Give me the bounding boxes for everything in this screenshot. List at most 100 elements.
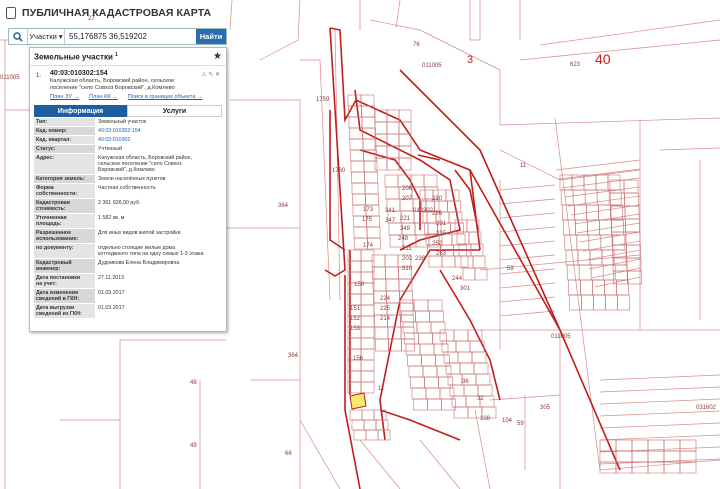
parcel-cell — [407, 354, 422, 367]
attribute-table: Тип: Земельный участок Кад. номер: 40:03:01… — [34, 118, 222, 319]
parcel-cell — [447, 373, 463, 386]
parcel-cell — [366, 226, 381, 239]
attribute-key: Адрес: — [34, 154, 95, 174]
attribute-row: Разрешенное использование: Для иных видов … — [34, 229, 222, 244]
parcel-boundary — [469, 169, 621, 471]
parcel-boundary — [379, 409, 461, 441]
parcel-cell — [375, 338, 389, 352]
parcel-cell — [350, 149, 364, 162]
parcel-cell — [598, 204, 611, 221]
tab-info[interactable]: Информация — [34, 105, 127, 117]
search-type-select[interactable]: Участки ▾ — [28, 29, 65, 44]
parcel-boundary — [591, 267, 641, 279]
parcel-number-label: 305 — [540, 405, 551, 411]
parcel-number-label: 66 — [285, 451, 292, 457]
quarter-label: 011005 — [0, 75, 20, 81]
parcel-cell — [562, 204, 575, 221]
parcel-cell — [441, 255, 456, 268]
parcel-cell — [438, 376, 453, 389]
parcel-number-label: 225 — [380, 306, 391, 312]
parcel-boundary — [561, 177, 641, 189]
parcel-number-label: 221 — [400, 216, 411, 222]
parcel-cell — [448, 211, 463, 224]
panel-tabs: Информация Услуги — [34, 105, 222, 117]
parcel-number-label: 36 — [462, 379, 469, 385]
parcel-number-label: 104 — [502, 418, 513, 424]
parcel-boundary — [469, 0, 481, 41]
parcel-number-label: 59 — [507, 266, 514, 272]
parcel-cell — [349, 138, 364, 151]
parcel-boundary — [395, 0, 401, 29]
parcel-number-label: 623 — [570, 62, 581, 68]
chevron-down-icon: ▾ — [58, 32, 63, 41]
parcel-cell — [424, 376, 439, 389]
parcel-boundary — [570, 204, 641, 216]
parcel-number-label: 173 — [363, 207, 374, 213]
parcel-boundary — [419, 439, 461, 489]
parcel-cell — [421, 354, 436, 367]
parcel-cell — [605, 294, 618, 311]
parcel-cell — [631, 450, 649, 463]
parcel-cell — [410, 376, 425, 389]
map-logo-icon — [6, 7, 16, 19]
parcel-boundary — [499, 282, 556, 289]
parcel-boundary — [300, 59, 331, 301]
parcel-number[interactable]: 40:03:010302:154 — [50, 70, 220, 77]
parcel-cell — [350, 160, 365, 173]
warning-icon[interactable]: ⚠ ✎ ✕ — [201, 71, 220, 78]
parcel-cell — [612, 244, 627, 259]
parcel-cell — [360, 293, 375, 306]
attribute-value[interactable]: 40:03:010302 — [95, 136, 222, 144]
attribute-row: Кад. квартал: 40:03:010302 — [34, 136, 222, 145]
parcel-cell — [364, 171, 378, 184]
parcel-cell — [616, 279, 629, 296]
parcel-cell — [624, 205, 640, 220]
parcel-cell — [443, 351, 459, 364]
parcel-cell — [419, 343, 435, 356]
quarter-label: 011005 — [422, 63, 442, 69]
parcel-number-label: 252 — [432, 241, 443, 247]
parcel-number-label: 253 — [436, 251, 447, 257]
parcel-boundary — [539, 19, 720, 46]
panel-count: 1 — [115, 51, 118, 58]
attribute-key: Уточненная площадь: — [34, 214, 95, 228]
search-button[interactable]: Найти — [196, 29, 226, 44]
parcel-card[interactable]: 1. ⚠ ✎ ✕ 40:03:010302:154 Калужская обла… — [30, 66, 226, 102]
link-plan-kk[interactable]: План КК → — [89, 94, 118, 100]
parcel-cell — [679, 439, 697, 452]
parcel-number-label: 32 — [477, 396, 484, 402]
tab-services[interactable]: Услуги — [127, 105, 222, 117]
attribute-row: Категория земель: Земли населённых пункто… — [34, 175, 222, 184]
parcel-cell — [433, 343, 449, 356]
parcel-cell — [612, 234, 626, 251]
parcel-boundary — [659, 147, 720, 151]
parcel-cell — [413, 299, 429, 312]
link-plan-zu[interactable]: План ЗУ → — [50, 94, 79, 100]
parcel-cell — [399, 302, 414, 316]
parcel-number-label: 159 — [354, 282, 365, 288]
star-icon[interactable]: ★ — [213, 51, 222, 62]
parcel-boundary — [599, 374, 720, 381]
map-label-40: 40 — [595, 51, 611, 67]
link-search-in-bounds[interactable]: Поиск в границах объекта → — [128, 94, 203, 100]
parcel-cell — [436, 365, 452, 378]
attribute-key: Дата изменения сведений в ГКН: — [34, 289, 95, 303]
parcel-cell — [477, 384, 493, 397]
parcel-cell — [472, 255, 486, 269]
parcel-cell — [428, 255, 443, 268]
parcel-cell — [588, 234, 602, 251]
quarter-label: 010302 — [413, 208, 434, 214]
selected-parcel-highlight[interactable] — [349, 392, 367, 410]
attribute-value: 1 582 кв. м — [98, 215, 125, 221]
attribute-value[interactable]: 40:03:010302:154 — [95, 127, 222, 135]
parcel-cell — [402, 321, 418, 334]
parcel-cell — [360, 326, 375, 339]
parcel-boundary — [555, 159, 641, 171]
parcel-cell — [360, 337, 375, 350]
search-icon[interactable] — [9, 29, 28, 44]
search-input[interactable]: 55,176875 36,519202 — [65, 29, 196, 44]
parcel-cell — [418, 332, 433, 345]
parcel-cell — [360, 370, 375, 383]
parcel-cell — [353, 226, 368, 239]
parcel-cell — [451, 233, 466, 246]
